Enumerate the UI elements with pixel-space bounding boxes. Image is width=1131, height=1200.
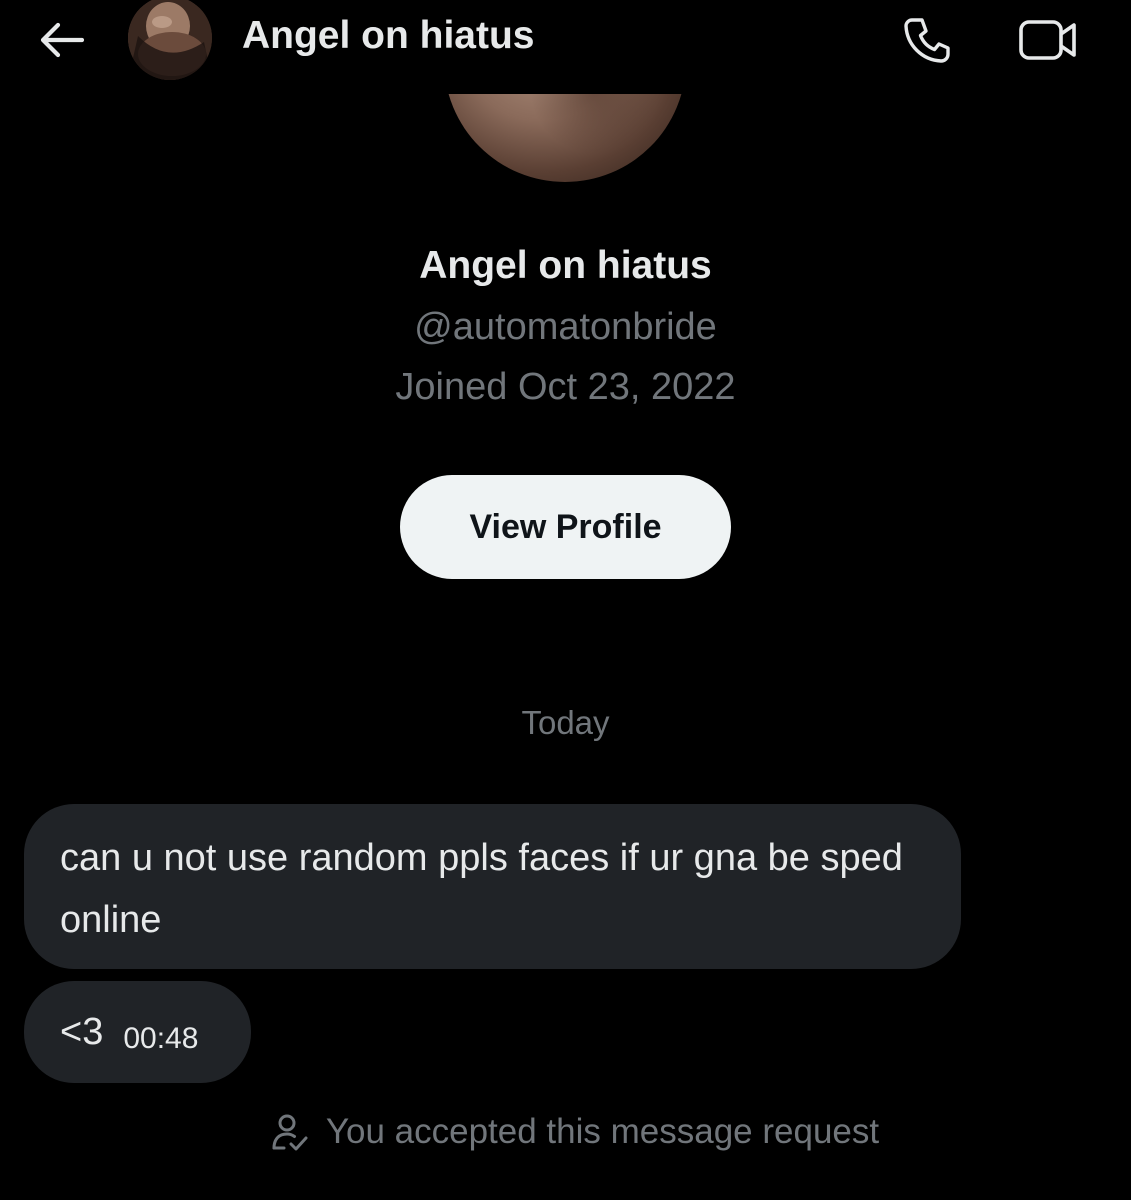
message-bubble[interactable]: can u not use random ppls faces if ur gn…	[24, 804, 961, 969]
back-button[interactable]	[36, 18, 86, 62]
avatar[interactable]	[128, 0, 212, 80]
arrow-left-icon	[40, 22, 84, 58]
profile-handle: @automatonbride	[414, 306, 717, 348]
message-request-notice: You accepted this message request	[0, 1112, 1131, 1152]
profile-name: Angel on hiatus	[419, 244, 712, 287]
profile-photo-area	[0, 94, 1131, 184]
view-profile-button[interactable]: View Profile	[400, 475, 731, 579]
conversation-title[interactable]: Angel on hiatus	[242, 14, 535, 58]
date-divider: Today	[521, 704, 610, 741]
conversation-header: Angel on hiatus	[0, 0, 1131, 80]
profile-avatar-large[interactable]	[444, 94, 686, 182]
message-text: can u not use random ppls faces if ur gn…	[60, 837, 903, 941]
message-text: <3	[60, 1011, 104, 1053]
avatar-photo	[128, 0, 212, 80]
message-request-text: You accepted this message request	[325, 1112, 880, 1151]
video-camera-icon	[1019, 20, 1076, 60]
call-button[interactable]	[898, 12, 954, 68]
phone-icon	[904, 18, 950, 63]
video-call-button[interactable]	[1016, 12, 1080, 68]
message-timestamp: 00:48	[123, 1022, 199, 1055]
person-check-icon	[270, 1112, 310, 1152]
message-bubble[interactable]: <3 00:48	[24, 981, 251, 1083]
profile-joined-date: Joined Oct 23, 2022	[395, 366, 736, 408]
